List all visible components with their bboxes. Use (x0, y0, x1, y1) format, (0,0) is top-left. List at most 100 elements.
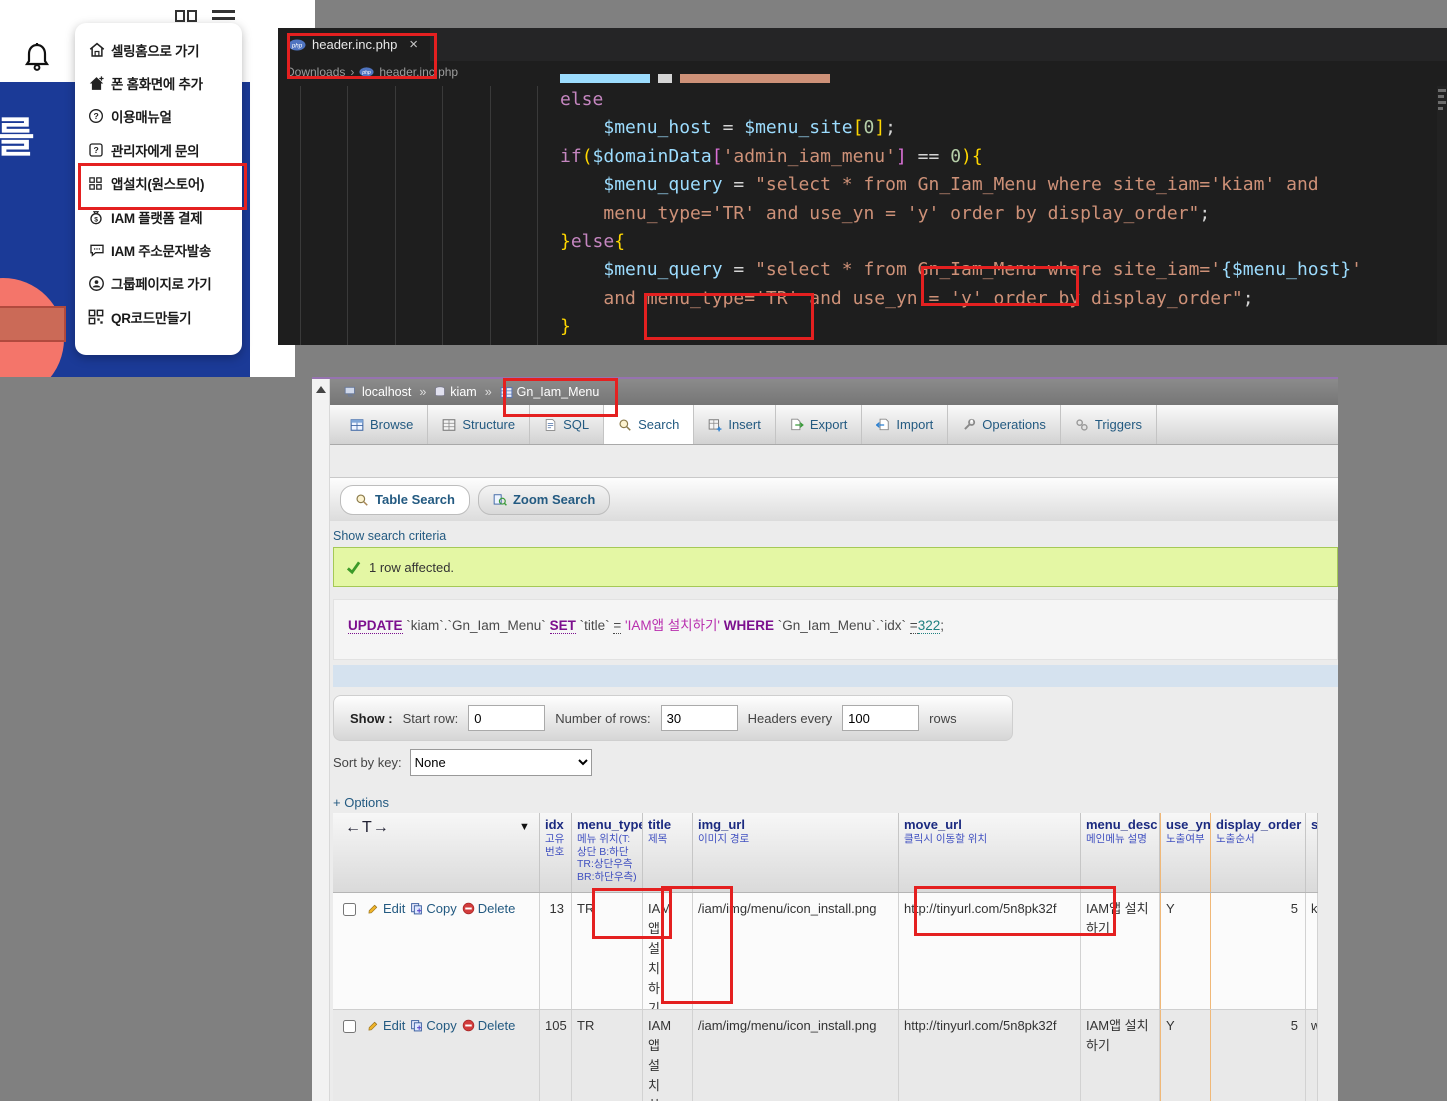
column-header-menu_type[interactable]: menu_type메뉴 위치(T:상단 B:하단 TR:상단우측 BR:하단우측… (572, 813, 643, 892)
breadcrumb-folder[interactable]: Downloads (286, 65, 345, 79)
number-of-rows-input[interactable] (661, 705, 738, 731)
tab-search[interactable]: Search (604, 405, 694, 444)
code-line: and menu_type='TR' and use_yn = 'y' orde… (560, 285, 1433, 313)
bell-icon[interactable] (24, 42, 50, 72)
start-row-input[interactable] (468, 705, 545, 731)
tab-browse[interactable]: Browse (336, 405, 428, 444)
breadcrumb-label: localhost (362, 385, 411, 399)
copy-icon (410, 902, 423, 915)
column-header-img_url[interactable]: img_url이미지 경로 (693, 813, 899, 892)
column-name[interactable]: s (1311, 817, 1313, 832)
mobile-menu-item-label: 관리자에게 문의 (111, 140, 199, 160)
sort-by-key-select[interactable]: None (410, 749, 592, 776)
column-description: 메인메뉴 설명 (1086, 833, 1155, 846)
indent-guide (490, 86, 491, 345)
code-line: }else{ (560, 228, 1433, 256)
home-add-icon (88, 75, 108, 92)
column-name[interactable]: move_url (904, 817, 1076, 832)
tab-operations[interactable]: Operations (948, 405, 1061, 444)
column-header-use_yn[interactable]: use_yn노출여부 (1160, 813, 1211, 892)
scroll-up-icon[interactable] (316, 386, 326, 393)
mobile-menu-item[interactable]: IAM 주소문자발송 (88, 233, 242, 266)
tab-label: Export (810, 417, 848, 432)
copy-link[interactable]: Copy (410, 1018, 456, 1033)
edit-link[interactable]: Edit (367, 901, 405, 916)
column-description: 제목 (648, 833, 688, 846)
breadcrumb-item-localhost[interactable]: localhost (344, 385, 411, 399)
mobile-menu-item[interactable]: QR코드만들기 (88, 300, 242, 333)
mobile-menu-item[interactable]: ?이용매뉴얼 (88, 100, 242, 133)
grid-icon[interactable] (175, 10, 197, 23)
show-search-criteria-link[interactable]: Show search criteria (333, 529, 446, 543)
column-header-idx[interactable]: idx고유 번호 (540, 813, 572, 892)
column-name[interactable]: img_url (698, 817, 894, 832)
table-row: EditCopyDelete13TRIAM앱설치하기/iam/img/menu/… (333, 893, 1318, 1010)
close-icon[interactable]: × (409, 36, 418, 53)
hero-text: 를 (0, 104, 35, 165)
copy-icon (410, 1019, 423, 1032)
column-header-title[interactable]: title제목 (643, 813, 693, 892)
rows-label: rows (929, 711, 956, 726)
column-name[interactable]: title (648, 817, 688, 832)
editor-tab[interactable]: php header.inc.php × (278, 28, 430, 61)
row-nav-symbol[interactable]: ←T→ (345, 819, 390, 837)
start-row-label: Start row: (403, 711, 459, 726)
indent-guide (537, 86, 538, 345)
cell-move_url: http://tinyurl.com/5n8pk32f (899, 893, 1081, 1009)
vertical-scrollbar[interactable] (312, 379, 330, 1101)
mobile-menu-item[interactable]: 폰 홈화면에 추가 (88, 66, 242, 99)
column-description: 메뉴 위치(T:상단 B:하단 TR:상단우측 BR:하단우측) (577, 833, 638, 883)
clipped-code-line (560, 74, 830, 83)
code-line: $menu_query = "select * from Gn_Iam_Menu… (560, 171, 1433, 199)
success-text: 1 row affected. (369, 560, 454, 575)
column-name[interactable]: use_yn (1166, 817, 1206, 832)
headers-every-input[interactable] (842, 705, 919, 731)
column-name[interactable]: idx (545, 817, 567, 832)
breadcrumb-file[interactable]: header.inc.php (379, 65, 458, 79)
tab-export[interactable]: Export (776, 405, 863, 444)
code-editor[interactable]: else $menu_host = $menu_site[0];if($doma… (560, 86, 1433, 345)
delete-link[interactable]: Delete (462, 901, 516, 916)
cell-img_url: /iam/img/menu/icon_install.png (693, 893, 899, 1009)
tab-import[interactable]: Import (862, 405, 948, 444)
subtab-table-search[interactable]: Table Search (340, 485, 470, 515)
subtab-zoom-search[interactable]: Zoom Search (478, 485, 610, 515)
mobile-menu-item[interactable]: ?관리자에게 문의 (88, 133, 242, 166)
column-name[interactable]: display_order (1216, 817, 1301, 832)
breadcrumb-item-gn_iam_menu[interactable]: Gn_Iam_Menu (500, 385, 600, 399)
tab-label: Operations (982, 417, 1046, 432)
database-icon (434, 385, 446, 399)
edit-link[interactable]: Edit (367, 1018, 405, 1033)
column-header-s[interactable]: s (1306, 813, 1318, 892)
mobile-menu-item[interactable]: $IAM 플랫폼 결제 (88, 200, 242, 233)
mobile-menu-item[interactable]: 셀링홈으로 가기 (88, 33, 242, 66)
breadcrumb-item-kiam[interactable]: kiam (434, 385, 476, 399)
row-checkbox[interactable] (343, 1020, 356, 1033)
mobile-menu-item-label: IAM 주소문자발송 (111, 240, 211, 260)
tab-insert[interactable]: Insert (694, 405, 776, 444)
column-description: 노출여부 (1166, 833, 1206, 846)
tab-triggers[interactable]: Triggers (1061, 405, 1157, 444)
column-name[interactable]: menu_desc (1086, 817, 1155, 832)
row-checkbox[interactable] (343, 903, 356, 916)
row-actions-cell: Edit Copy Delete (333, 1010, 540, 1101)
column-name[interactable]: menu_type (577, 817, 638, 832)
tab-sql[interactable]: SQL (530, 405, 604, 444)
copy-link[interactable]: Copy (410, 901, 456, 916)
vscode-breadcrumb[interactable]: Downloads › php header.inc.php (278, 61, 1447, 82)
minimap[interactable] (1437, 86, 1447, 345)
mobile-menu-item-label: 폰 홈화면에 추가 (111, 73, 203, 93)
column-header-display_order[interactable]: display_order노출순서 (1211, 813, 1306, 892)
mobile-menu-item[interactable]: 앱설치(원스토어) (88, 167, 242, 200)
options-link[interactable]: + Options (333, 795, 389, 810)
delete-link[interactable]: Delete (462, 1018, 516, 1033)
cell-menu_type: TR (572, 1010, 643, 1101)
row-actions-cell: Edit Copy Delete (333, 893, 540, 1009)
mobile-menu-item[interactable]: 그룹페이지로 가기 (88, 267, 242, 300)
column-header-menu_desc[interactable]: menu_desc메인메뉴 설명 (1081, 813, 1160, 892)
screenshot-root: 를 셀링홈으로 가기폰 홈화면에 추가 ?이용매뉴얼?관리자에게 문의앱설치(원스… (0, 0, 1447, 1101)
tab-structure[interactable]: Structure (428, 405, 530, 444)
column-header-move_url[interactable]: move_url클릭시 이동할 위치 (899, 813, 1081, 892)
breadcrumb-separator: » (485, 385, 492, 399)
caret-down-icon[interactable]: ▼ (519, 821, 530, 833)
